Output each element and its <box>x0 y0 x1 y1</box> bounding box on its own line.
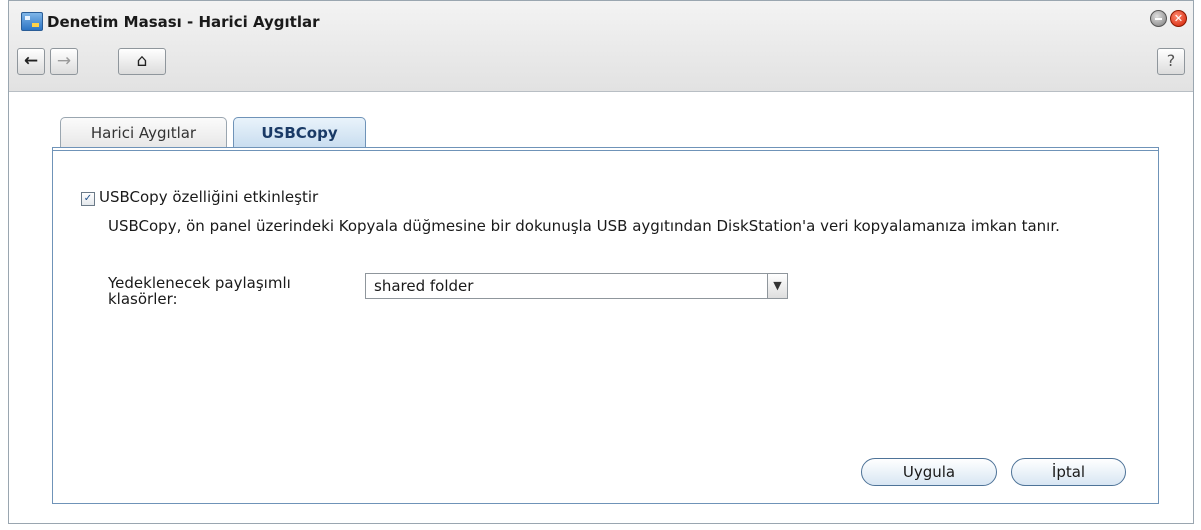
enable-usbcopy-checkbox[interactable]: ✓ <box>81 192 95 206</box>
arrow-right-icon: → <box>56 51 72 71</box>
window-title: Denetim Masası - Harici Aygıtlar <box>47 13 320 31</box>
shared-folder-select[interactable]: shared folder ▼ <box>365 273 788 299</box>
usbcopy-description: USBCopy, ön panel üzerindeki Kopyala düğ… <box>108 217 1060 235</box>
enable-usbcopy-label: USBCopy özelliğini etkinleştir <box>99 188 319 206</box>
chevron-down-icon[interactable]: ▼ <box>767 274 787 298</box>
control-panel-window: Denetim Masası - Harici Aygıtlar ✕ ← → ⌂… <box>8 0 1194 524</box>
home-icon: ⌂ <box>136 51 148 71</box>
back-button[interactable]: ← <box>17 48 45 75</box>
panel-divider <box>53 150 1158 151</box>
arrow-left-icon: ← <box>23 51 39 71</box>
usbcopy-panel: ✓ USBCopy özelliğini etkinleştir USBCopy… <box>52 147 1159 504</box>
forward-button[interactable]: → <box>50 48 78 75</box>
shared-folder-value: shared folder <box>374 277 474 295</box>
control-panel-icon <box>21 12 43 31</box>
tab-external-devices[interactable]: Harici Aygıtlar <box>60 117 227 149</box>
close-button[interactable]: ✕ <box>1170 10 1187 27</box>
cancel-button[interactable]: İptal <box>1011 458 1126 486</box>
shared-folder-label: Yedeklenecek paylaşımlı klasörler: <box>108 274 291 308</box>
minimize-button[interactable] <box>1150 10 1167 27</box>
help-button[interactable]: ? <box>1157 48 1185 75</box>
title-bar: Denetim Masası - Harici Aygıtlar ✕ ← → ⌂… <box>9 1 1193 92</box>
apply-button[interactable]: Uygula <box>861 458 997 486</box>
home-button[interactable]: ⌂ <box>118 48 166 75</box>
tab-usbcopy[interactable]: USBCopy <box>233 117 366 149</box>
